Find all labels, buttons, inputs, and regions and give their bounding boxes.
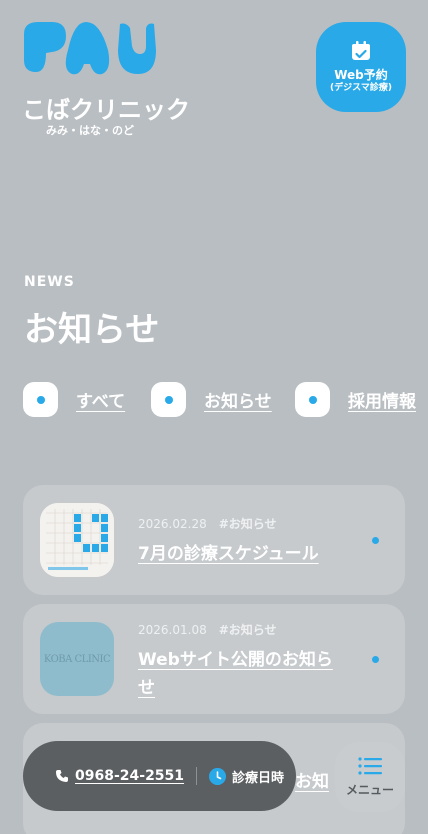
news-tag[interactable]: #お知らせ bbox=[219, 623, 277, 637]
news-meta: 2026.02.28 #お知らせ bbox=[138, 515, 277, 532]
web-reservation-label: Web予約 bbox=[334, 68, 388, 82]
clinic-subtitle: みみ・はな・のど bbox=[46, 124, 134, 137]
filter-label: 採用情報 bbox=[348, 392, 416, 412]
filter-radio bbox=[23, 382, 58, 417]
calendar-thumbnail-icon bbox=[40, 503, 114, 577]
radio-dot-icon bbox=[308, 395, 317, 404]
calendar-check-icon bbox=[352, 41, 370, 60]
hours-label: 診療日時 bbox=[232, 770, 285, 786]
news-item[interactable]: 2026.02.28 #お知らせ 7月の診療スケジュール bbox=[23, 485, 405, 595]
filter-label: お知らせ bbox=[204, 392, 272, 412]
news-filter-tabs: すべて お知らせ 採用情報 bbox=[23, 382, 428, 418]
news-thumbnail bbox=[40, 503, 114, 577]
bullet-icon bbox=[372, 656, 379, 663]
logo-mark-icon bbox=[24, 22, 156, 75]
news-title-link[interactable]: 7月の診療スケジュール bbox=[138, 540, 348, 568]
web-reservation-sublabel: (デジスマ診療) bbox=[330, 83, 392, 93]
list-menu-icon bbox=[358, 756, 382, 775]
clock-icon bbox=[209, 767, 227, 785]
filter-radio bbox=[295, 382, 330, 417]
page-title: お知らせ bbox=[24, 310, 160, 350]
news-item[interactable]: KOBA CLINIC 2026.01.08 #お知らせ Webサイト公開のお知ら… bbox=[23, 604, 405, 714]
filter-all[interactable]: すべて bbox=[23, 382, 125, 417]
radio-dot-icon bbox=[36, 395, 45, 404]
filter-label: すべて bbox=[76, 392, 126, 412]
bullet-icon bbox=[372, 537, 379, 544]
news-meta: 2026.01.08 #お知らせ bbox=[138, 621, 277, 638]
menu-label: メニュー bbox=[345, 782, 394, 797]
radio-dot-icon bbox=[164, 395, 173, 404]
hours-link[interactable]: 診療日時 bbox=[209, 767, 284, 786]
web-reservation-button[interactable]: Web予約 (デジスマ診療) bbox=[316, 22, 406, 112]
contact-bar: 0968-24-2551 診療日時 bbox=[23, 741, 296, 811]
phone-icon bbox=[56, 770, 68, 782]
news-eyebrow: NEWS bbox=[24, 274, 75, 290]
filter-recruit[interactable]: 採用情報 bbox=[295, 382, 416, 417]
divider bbox=[196, 767, 198, 785]
menu-button[interactable]: メニュー bbox=[335, 742, 405, 812]
news-tag[interactable]: #お知らせ bbox=[219, 517, 277, 531]
news-thumbnail: KOBA CLINIC bbox=[40, 622, 114, 696]
filter-news[interactable]: お知らせ bbox=[151, 382, 272, 417]
news-date: 2026.02.28 bbox=[138, 517, 207, 531]
phone-number: 0968-24-2551 bbox=[75, 768, 185, 784]
thumbnail-logo-text: KOBA CLINIC bbox=[43, 653, 111, 665]
phone-link[interactable]: 0968-24-2551 bbox=[55, 768, 184, 784]
clinic-logo[interactable]: こばクリニック みみ・はな・のど bbox=[22, 20, 190, 140]
news-title-link[interactable]: Webサイト公開のお知らせ bbox=[138, 646, 343, 702]
clinic-name: こばクリニック bbox=[22, 96, 190, 124]
filter-radio bbox=[151, 382, 186, 417]
news-date: 2026.01.08 bbox=[138, 623, 207, 637]
